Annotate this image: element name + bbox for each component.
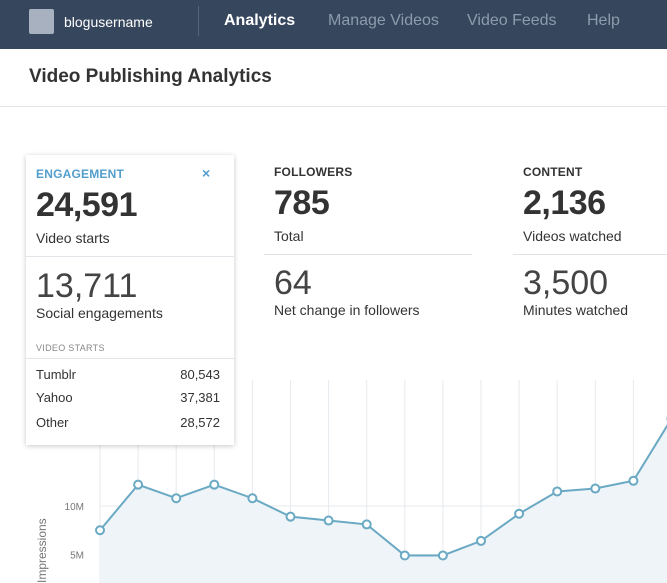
chart-point	[437, 550, 448, 561]
close-icon[interactable]: ×	[202, 165, 210, 181]
chart-point	[247, 493, 258, 504]
engagement-label: ENGAGEMENT	[36, 167, 125, 181]
chart-point	[285, 511, 296, 522]
chart-point	[628, 475, 639, 486]
y-tick-label: 10M	[65, 502, 84, 513]
video-starts-caption: Video starts	[36, 230, 110, 246]
chart-point	[476, 535, 486, 546]
chart-point	[323, 515, 334, 526]
chart-point	[171, 493, 182, 504]
source-name: Other	[36, 415, 69, 430]
nav-divider	[198, 6, 199, 36]
video-starts-value: 24,591	[36, 186, 138, 224]
source-name: Yahoo	[36, 390, 73, 405]
chart-point	[209, 479, 220, 490]
y-axis-label: Impressions	[35, 518, 49, 583]
minutes-watched-caption: Minutes watched	[523, 302, 629, 318]
card-divider	[26, 256, 234, 257]
followers-net-caption: Net change in followers	[274, 302, 420, 318]
content-label: CONTENT	[523, 165, 583, 179]
blog-username[interactable]: blogusername	[64, 14, 153, 30]
nav-item-help[interactable]: Help	[587, 12, 620, 30]
card-divider	[26, 358, 234, 359]
chart-point	[514, 508, 525, 519]
nav-item-video-feeds[interactable]: Video Feeds	[467, 12, 557, 30]
chart-point	[552, 486, 563, 497]
chart-point	[361, 519, 372, 530]
social-engagements-caption: Social engagements	[36, 305, 163, 321]
followers-total-value: 785	[274, 184, 330, 222]
top-nav-bar: blogusername Analytics Manage Videos Vid…	[0, 0, 667, 49]
videos-watched-caption: Videos watched	[523, 228, 622, 244]
source-value: 80,543	[180, 367, 220, 382]
minutes-watched-value: 3,500	[523, 264, 609, 302]
source-value: 37,381	[180, 390, 220, 405]
page-title: Video Publishing Analytics	[29, 66, 272, 87]
nav-item-manage-videos[interactable]: Manage Videos	[328, 12, 439, 30]
source-value: 28,572	[180, 415, 220, 430]
followers-total-caption: Total	[274, 228, 304, 244]
social-engagements-value: 13,711	[36, 267, 138, 305]
chart-point	[133, 479, 144, 490]
chart-point	[590, 483, 601, 494]
video-starts-label: VIDEO STARTS	[36, 343, 105, 353]
y-tick-label: 5M	[70, 551, 84, 562]
followers-divider	[264, 254, 472, 255]
avatar[interactable]	[29, 9, 54, 34]
engagement-card[interactable]: ENGAGEMENT × 24,591 Video starts 13,711 …	[26, 155, 234, 445]
videos-watched-value: 2,136	[523, 184, 606, 222]
content-divider	[513, 254, 667, 255]
nav-item-analytics[interactable]: Analytics	[224, 12, 295, 30]
followers-label: FOLLOWERS	[274, 165, 353, 179]
source-name: Tumblr	[36, 367, 76, 382]
chart-point	[399, 550, 410, 561]
followers-net-value: 64	[274, 264, 312, 302]
chart-point	[95, 525, 105, 536]
